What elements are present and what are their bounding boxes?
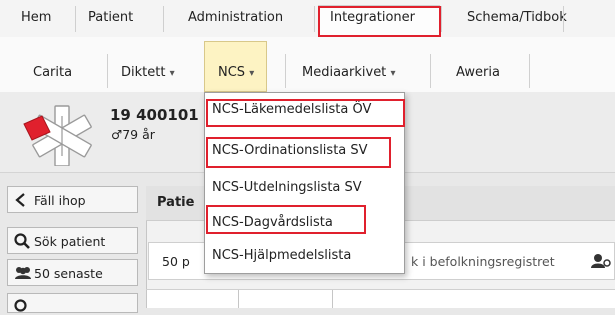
highlight-lakemedelslista [206, 99, 405, 127]
search-icon [14, 299, 27, 312]
tool-diktett[interactable]: Diktett ▾ [121, 65, 175, 80]
highlight-integrationer [318, 6, 441, 37]
chevron-down-icon: ▾ [390, 68, 396, 79]
tool-mediaarkivet[interactable]: Mediaarkivet ▾ [302, 65, 395, 80]
menu-divider [163, 6, 164, 32]
menu-item-utdelningslista-sv[interactable]: NCS-Utdelningslista SV [212, 180, 362, 195]
chevron-down-icon: ▾ [169, 68, 175, 79]
tool-ncs-label: NCS [218, 65, 246, 80]
patient-age-value: 79 år [122, 127, 155, 142]
main-menubar: Hem Patient Administration Integrationer… [0, 0, 615, 38]
users-icon [15, 267, 31, 279]
collapse-button[interactable]: Fäll ihop [7, 186, 138, 213]
chevron-left-icon [15, 193, 25, 207]
tool-mediaarkivet-label: Mediaarkivet [302, 65, 387, 80]
search-patient-button[interactable]: Sök patient [7, 227, 138, 254]
menu-divider [314, 6, 315, 32]
search-more-button[interactable] [7, 293, 138, 313]
medical-star-icon [23, 105, 92, 166]
menu-administration[interactable]: Administration [188, 10, 283, 25]
user-search-icon[interactable] [591, 253, 611, 269]
toolbar-divider [430, 54, 431, 88]
search-population-label: k i befolkningsregistret [411, 254, 555, 269]
patient-tab-label[interactable]: Patie [157, 195, 194, 210]
collapse-label: Fäll ihop [34, 193, 86, 208]
patient-id: 19 400101 [110, 106, 199, 124]
menu-hem[interactable]: Hem [21, 10, 51, 25]
grid-divider [238, 290, 239, 308]
tool-aweria[interactable]: Aweria [456, 65, 500, 80]
grid-divider [332, 290, 333, 308]
menu-schema-tidbok[interactable]: Schema/Tidbok [467, 10, 567, 25]
toolbar-divider [107, 54, 108, 88]
tool-diktett-label: Diktett [121, 65, 166, 80]
patient-age: ♂79 år [111, 127, 155, 142]
search-icon [14, 233, 30, 249]
menu-divider [441, 6, 442, 32]
chevron-down-icon: ▾ [249, 68, 255, 79]
highlight-dagvardslista [206, 205, 366, 234]
highlight-ordinationslista [206, 137, 391, 168]
tool-carita[interactable]: Carita [33, 65, 72, 80]
integrations-toolbar: Carita Diktett ▾ NCS ▾ Mediaarkivet ▾ Aw… [0, 37, 615, 93]
grid-divider [146, 290, 147, 308]
menu-divider [563, 6, 564, 32]
search-prefix: 50 p [162, 254, 190, 269]
tool-ncs[interactable]: NCS ▾ [218, 65, 254, 80]
recent-patients-button[interactable]: 50 senaste [7, 259, 138, 286]
male-icon: ♂ [111, 127, 123, 142]
search-patient-label: Sök patient [34, 234, 106, 249]
menu-item-hjalpmedelslista[interactable]: NCS-Hjälpmedelslista [212, 248, 351, 263]
toolbar-divider [529, 54, 530, 88]
toolbar-divider [285, 54, 286, 88]
menu-divider [75, 6, 76, 32]
results-grid [146, 289, 615, 308]
menu-patient[interactable]: Patient [88, 10, 133, 25]
recent-patients-label: 50 senaste [34, 266, 103, 281]
